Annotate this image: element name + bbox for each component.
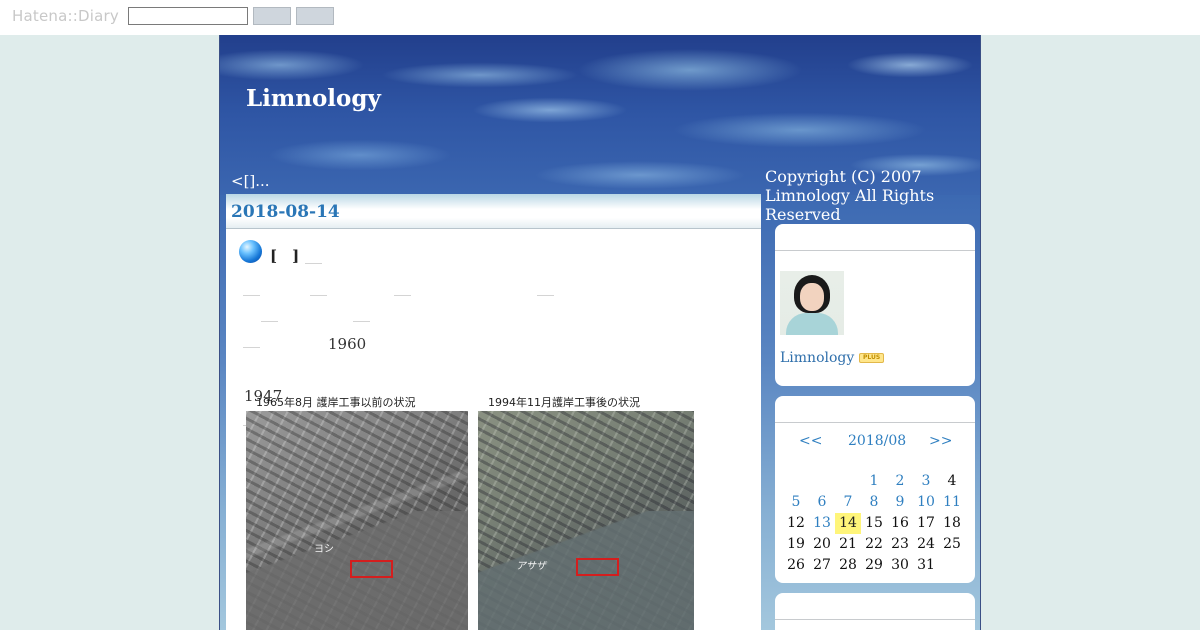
calendar-day: 25 [943,536,961,552]
search-button[interactable] [253,7,291,25]
profile-module: Limnology PLUS [775,224,975,386]
calendar-prev-link[interactable]: << [799,433,822,449]
calendar-day: 22 [865,536,883,552]
diary-page: Limnology <[]... 2018-08-14 [ ] 1960 194… [219,35,981,630]
aerial-photo-image: アサザ [478,411,694,630]
keyword-link[interactable] [537,295,554,296]
calendar-day: 24 [917,536,935,552]
main-content: 2018-08-14 [ ] 1960 1947 1965年8月 護岸工事以前の… [226,194,761,630]
aerial-photo-image: ヨシ [246,411,468,630]
site-title[interactable]: Limnology [246,85,381,112]
keyword-link[interactable] [305,263,322,264]
keyword-link[interactable] [394,295,411,296]
calendar-empty-cell [809,471,835,492]
calendar-grid: 1 2 3 4 5 6 7 8 9 10 11 12 13 14 15 16 17 18 19 20 21 22 23 24 2… [783,471,965,576]
plus-badge-icon: PLUS [859,353,885,363]
module-header [775,396,975,423]
photo-caption-1994: 1994年11月護岸工事後の状況 [488,396,640,409]
keyword-link[interactable] [353,321,370,322]
aerial-photo-1965[interactable]: 1965年8月 護岸工事以前の状況 ヨシ [246,394,468,630]
calendar-day: 16 [891,515,909,531]
avatar-body [786,313,838,335]
calendar-day[interactable]: 2 [887,471,913,492]
calendar-day: 15 [865,515,883,531]
avatar-face [800,283,824,311]
calendar-day: 26 [787,557,805,573]
entry-title: [ ] [270,247,300,265]
date-header: 2018-08-14 [226,194,761,229]
highlight-box [350,560,393,578]
calendar-day[interactable]: 6 [809,492,835,513]
calendar-day[interactable]: 3 [913,471,939,492]
calendar-day[interactable]: 11 [939,492,965,513]
photo-label-yoshi: ヨシ [314,544,334,555]
sidebar-module [775,593,975,630]
calendar-day: 18 [943,515,961,531]
keyword-link[interactable] [310,295,327,296]
keyword-link[interactable] [261,321,278,322]
entry-date-link[interactable]: 2018-08-14 [231,202,340,222]
calendar-day: 29 [865,557,883,573]
calendar-day[interactable]: 9 [887,492,913,513]
aerial-photo-1994[interactable]: 1994年11月護岸工事後の状況 アサザ [478,394,694,630]
calendar-day: 17 [917,515,935,531]
highlight-box [576,558,619,576]
calendar-day: 28 [839,557,857,573]
calendar-day: 19 [787,536,805,552]
write-button[interactable] [296,7,334,25]
photo-label-asaza: アサザ [516,561,546,572]
calendar-day: 23 [891,536,909,552]
keyword-link[interactable] [243,295,260,296]
calendar-day[interactable]: 13 [809,513,835,534]
hatena-diary-logo[interactable]: Hatena::Diary [12,7,119,25]
calendar-day: 14 [835,513,861,534]
profile-avatar[interactable] [780,271,844,335]
globe-icon [239,240,262,263]
calendar-day: 27 [813,557,831,573]
calendar-month-link[interactable]: 2018/08 [848,433,906,449]
calendar-empty-cell [783,471,809,492]
calendar-day: 31 [917,557,935,573]
body-year-1960: 1960 [328,335,367,353]
calendar-day[interactable]: 1 [861,471,887,492]
calendar-day[interactable]: 10 [913,492,939,513]
calendar-day[interactable]: 5 [783,492,809,513]
keyword-link[interactable] [243,347,260,348]
profile-name-link[interactable]: Limnology [780,350,854,366]
search-input[interactable] [128,7,248,25]
calendar-day: 4 [947,473,957,489]
copyright-text: Copyright (C) 2007 Limnology All Rights … [765,167,935,224]
calendar-day: 12 [787,515,805,531]
calendar-day: 21 [839,536,857,552]
calendar-next-link[interactable]: >> [929,433,952,449]
calendar-day: 20 [813,536,831,552]
prev-entry-link[interactable]: <[]... [231,172,270,190]
calendar-module: << 2018/08 >> 1 2 3 4 5 6 7 8 9 10 11 12 13 14 15 16 17 1… [775,396,975,583]
module-header [775,593,975,620]
module-header [775,224,975,251]
calendar-day[interactable]: 8 [861,492,887,513]
calendar-empty-cell [835,471,861,492]
calendar-day: 30 [891,557,909,573]
hatena-toolbar: Hatena::Diary [0,0,1200,35]
calendar-day[interactable]: 7 [835,492,861,513]
photo-caption-1965: 1965年8月 護岸工事以前の状況 [256,396,416,409]
